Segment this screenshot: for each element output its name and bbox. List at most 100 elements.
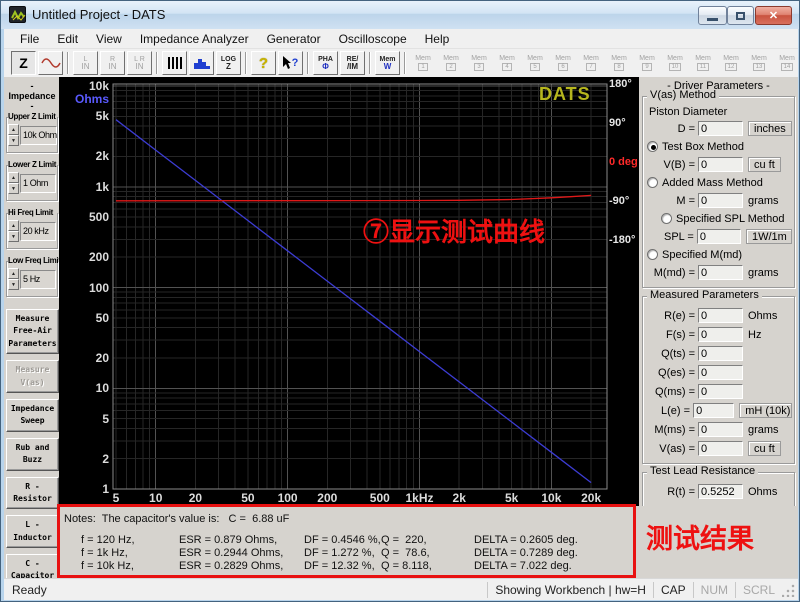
radio-added-mass-method[interactable]: [647, 177, 658, 188]
radio-label: Test Box Method: [662, 141, 744, 153]
spinner-control: ▲▼: [8, 124, 19, 146]
y-tick-label: 100: [59, 281, 109, 295]
parameter-input[interactable]: 0: [698, 422, 743, 437]
menu-edit[interactable]: Edit: [49, 30, 86, 48]
limit-value-field[interactable]: 10k Ohm: [20, 126, 57, 145]
spin-up-icon[interactable]: ▲: [8, 124, 19, 135]
parameter-input[interactable]: 0: [698, 384, 743, 399]
spin-down-icon[interactable]: ▼: [8, 135, 19, 146]
r-resistor-button[interactable]: R - Resistor: [6, 477, 59, 510]
help-button[interactable]: ?: [251, 51, 276, 75]
toolbar-separator: [67, 52, 69, 74]
parameter-label: Q(ts) =: [645, 348, 698, 360]
spin-up-icon[interactable]: ▲: [8, 220, 19, 231]
maximize-button[interactable]: [727, 6, 754, 25]
client-area: - Impedance - Upper Z Limit▲▼10k OhmLowe…: [4, 77, 798, 578]
limit-value-field[interactable]: 20 kHz: [20, 222, 56, 241]
notes-cell: f = 120 Hz,: [81, 534, 179, 546]
close-button[interactable]: ✕: [755, 6, 792, 25]
parameter-row: D =0inches: [645, 120, 792, 137]
parameter-input[interactable]: 0.5252: [698, 484, 743, 499]
radio-specified-m-md-[interactable]: [647, 249, 658, 260]
status-bar: Ready Showing Workbench | hw=H CAP NUM S…: [4, 578, 798, 600]
memory-slot-13-button: Mem13: [746, 51, 772, 75]
unit-label: Hz: [748, 329, 761, 341]
dats-logo: DATS: [539, 84, 591, 105]
parameter-input[interactable]: 0: [698, 327, 743, 342]
y-tick-label: 5k: [59, 109, 109, 123]
parameter-input[interactable]: 0: [693, 403, 734, 418]
memory-slot-7-button: Mem7: [578, 51, 604, 75]
phase-tick-label: 0 deg: [609, 156, 639, 168]
parameter-input[interactable]: 0: [698, 265, 743, 280]
menu-view[interactable]: View: [88, 30, 130, 48]
parameter-input[interactable]: 0: [698, 121, 743, 136]
spin-up-icon[interactable]: ▲: [8, 268, 19, 279]
spectrum-bars-icon[interactable]: [162, 51, 187, 75]
spin-up-icon[interactable]: ▲: [8, 172, 19, 183]
title-bar[interactable]: Untitled Project - DATS ✕: [1, 1, 800, 29]
measure-free-air-parameters-button[interactable]: Measure Free-Air Parameters: [6, 309, 59, 354]
annotation-result-label: 测试结果: [646, 517, 754, 556]
parameter-input[interactable]: 0: [698, 193, 743, 208]
parameter-row: M(md) =0grams: [645, 264, 792, 281]
limit-value-field[interactable]: 1 Ohm: [20, 174, 56, 193]
phase-button[interactable]: PHAΦ: [313, 51, 338, 75]
parameter-input[interactable]: 0: [698, 346, 743, 361]
impedance-sweep-button[interactable]: Impedance Sweep: [6, 399, 59, 432]
unit-button[interactable]: 1W/1m: [746, 229, 792, 244]
chart-plot: [59, 77, 639, 506]
unit-label: grams: [748, 424, 779, 436]
unit-button[interactable]: cu ft: [748, 441, 781, 456]
parameter-input[interactable]: 0: [698, 441, 743, 456]
parameter-row: M =0grams: [645, 192, 792, 209]
limit-group-label: Upper Z Limit: [8, 112, 57, 121]
parameter-label: Q(ms) =: [645, 386, 698, 398]
histogram-icon[interactable]: [189, 51, 214, 75]
menu-file[interactable]: File: [12, 30, 47, 48]
unit-button[interactable]: mH (10k): [739, 403, 792, 418]
limit-group-label: Low Freq Limit: [8, 256, 57, 265]
parameter-row: SPL =01W/1m: [645, 228, 792, 245]
minimize-button[interactable]: [698, 6, 727, 25]
radio-test-box-method[interactable]: [647, 141, 658, 152]
memory-write-button[interactable]: MemW: [375, 51, 400, 75]
re-im-button[interactable]: RE//IM: [340, 51, 365, 75]
notes-cell: DELTA = 7.022 deg.: [474, 560, 578, 572]
parameter-input[interactable]: 0: [698, 308, 743, 323]
unit-button[interactable]: inches: [748, 121, 792, 136]
menu-bar: FileEditViewImpedance AnalyzerGeneratorO…: [4, 29, 798, 49]
context-help-button[interactable]: ?: [278, 51, 303, 75]
menu-help[interactable]: Help: [417, 30, 458, 48]
stereo-input-button: L RIN: [127, 51, 152, 75]
sine-generator-icon[interactable]: [38, 51, 63, 75]
spin-down-icon[interactable]: ▼: [8, 279, 19, 290]
y-tick-label: 2: [59, 452, 109, 466]
parameter-input[interactable]: 0: [698, 157, 743, 172]
parameter-input[interactable]: 0: [698, 365, 743, 380]
unit-label: Ohms: [748, 486, 777, 498]
parameter-row: Q(ts) =0: [645, 345, 792, 362]
notes-cell: Q = 220,: [381, 534, 474, 546]
rub-and-buzz-button[interactable]: Rub and Buzz: [6, 438, 59, 471]
log-z-button[interactable]: LOGZ: [216, 51, 241, 75]
resize-grip[interactable]: [782, 583, 796, 597]
x-tick-label: 50: [228, 491, 268, 505]
l-inductor-button[interactable]: L - Inductor: [6, 515, 59, 548]
limit-value-field[interactable]: 5 Hz: [20, 270, 56, 289]
impedance-z-button[interactable]: Z: [11, 51, 36, 75]
spin-down-icon[interactable]: ▼: [8, 183, 19, 194]
toolbar-separator: [245, 52, 247, 74]
menu-oscilloscope[interactable]: Oscilloscope: [331, 30, 415, 48]
test-lead-resistance-group: Test Lead Resistance R(t) =0.5252Ohms: [642, 472, 795, 507]
radio-specified-spl-method[interactable]: [661, 213, 672, 224]
impedance-panel-title: - Impedance -: [6, 81, 58, 111]
unit-button[interactable]: cu ft: [748, 157, 781, 172]
memory-slot-10-button: Mem10: [662, 51, 688, 75]
menu-generator[interactable]: Generator: [259, 30, 329, 48]
parameter-label: L(e) =: [645, 405, 693, 417]
menu-impedance-analyzer[interactable]: Impedance Analyzer: [132, 30, 257, 48]
memory-slot-12-button: Mem12: [718, 51, 744, 75]
parameter-input[interactable]: 0: [697, 229, 741, 244]
spin-down-icon[interactable]: ▼: [8, 231, 19, 242]
